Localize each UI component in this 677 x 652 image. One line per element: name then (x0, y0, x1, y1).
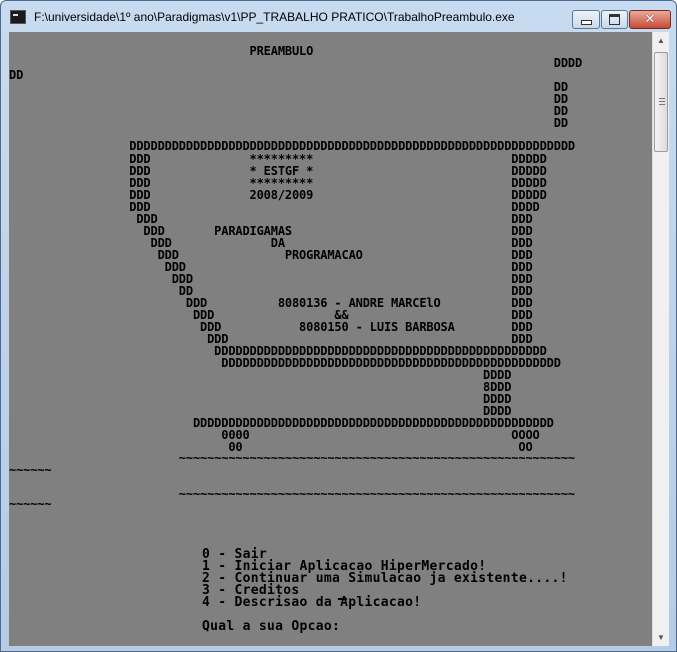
console-line: DD (9, 116, 568, 130)
console-line: ~~~~~~ (9, 463, 52, 477)
console-line: ~~~~~~~~~~~~~~~~~~~~~~~~~~~~~~~~~~~~~~~~… (9, 451, 575, 465)
maximize-icon (609, 14, 620, 25)
scroll-down-arrow-icon[interactable]: ▼ (653, 629, 669, 646)
console-line: DDDDDDDDDDDDDDDDDDDDDDDDDDDDDDDDDDDDDDDD… (9, 139, 575, 153)
console-line: ~~~~~~~~~~~~~~~~~~~~~~~~~~~~~~~~~~~~~~~~… (9, 487, 575, 501)
title-bar[interactable]: F:\universidade\1º ano\Paradigmas\v1\PP_… (1, 1, 676, 32)
vertical-scrollbar[interactable]: ▲ ▼ (652, 32, 669, 646)
console-line: DDDD (9, 56, 583, 70)
scroll-up-arrow-icon[interactable]: ▲ (653, 32, 669, 49)
minimize-icon (580, 20, 592, 25)
window-title: F:\universidade\1º ano\Paradigmas\v1\PP_… (34, 10, 515, 24)
minimize-button[interactable] (572, 10, 600, 29)
menu-option-descricao: 4 - Descrisao da Aplicacao! (202, 595, 422, 610)
option-prompt[interactable]: Qual a sua Opcao: (202, 620, 340, 633)
maximize-button[interactable] (601, 10, 628, 29)
grip-icon (659, 98, 665, 106)
close-button[interactable]: ✕ (629, 10, 671, 29)
console-app-icon (10, 10, 26, 24)
console-window: F:\universidade\1º ano\Paradigmas\v1\PP_… (0, 0, 677, 652)
text-cursor (338, 598, 347, 600)
console-line: ~~~~~~ (9, 497, 52, 511)
close-icon: ✕ (644, 12, 656, 27)
scroll-thumb[interactable] (654, 52, 668, 152)
console-output[interactable]: PREAMBULO DDDD DD DD DD DD DD DDDDDDDDDD… (9, 32, 652, 646)
